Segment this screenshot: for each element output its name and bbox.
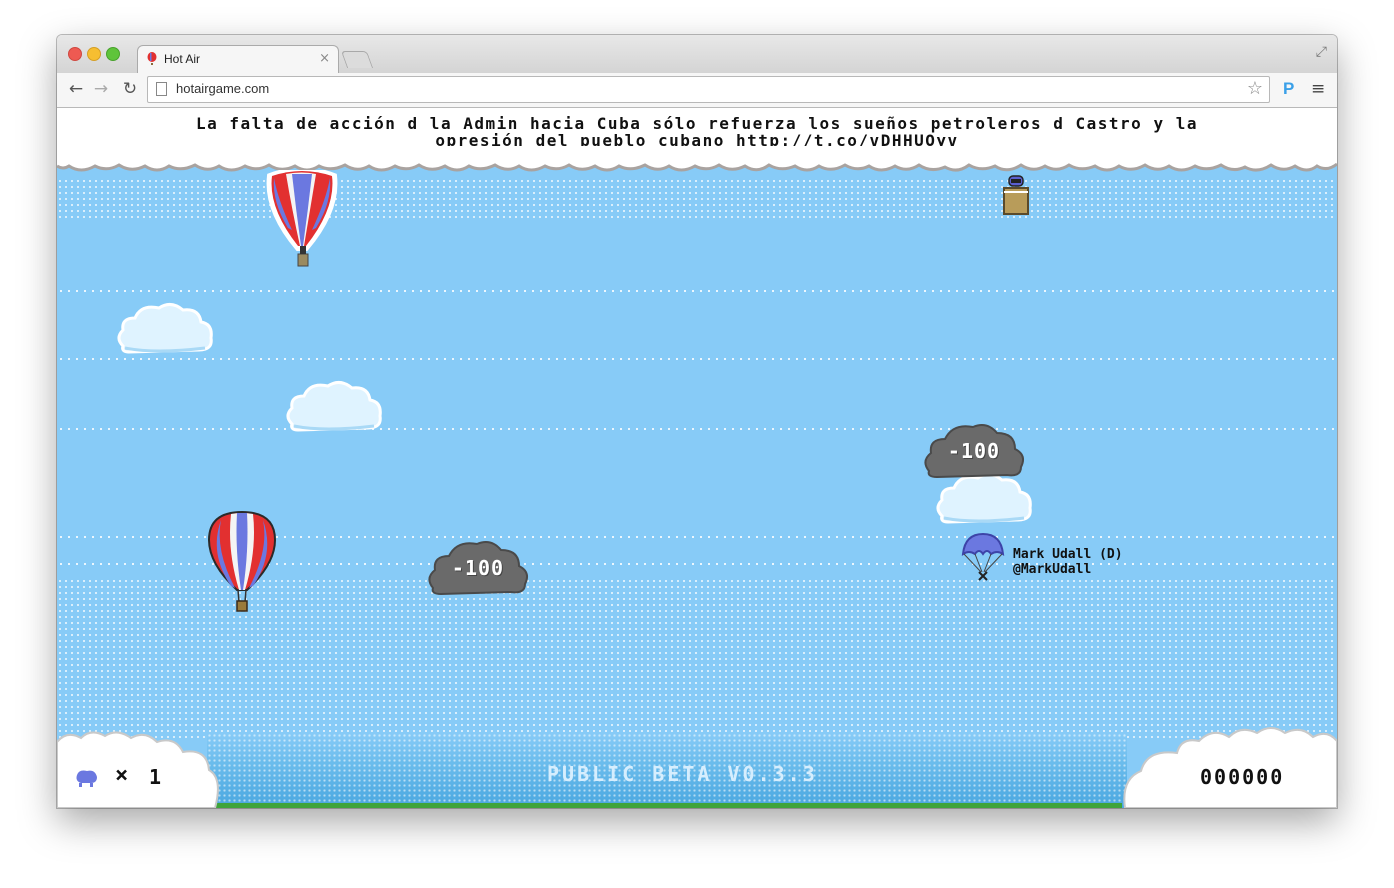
corner-cloud-left bbox=[57, 731, 219, 808]
balloon-favicon-icon bbox=[147, 52, 157, 65]
white-cloud bbox=[117, 303, 213, 354]
reload-icon[interactable]: ↻ bbox=[119, 78, 141, 100]
lives-multiplier: × bbox=[115, 763, 129, 788]
url-text[interactable]: hotairgame.com bbox=[176, 81, 269, 96]
close-window-button[interactable] bbox=[68, 47, 82, 61]
player-balloon[interactable] bbox=[205, 510, 279, 614]
parachuter bbox=[961, 532, 1005, 581]
lives-count: 1 bbox=[149, 765, 162, 789]
version-label: PUBLIC BETA V0.3.3 bbox=[547, 762, 818, 786]
sky-dotline bbox=[57, 428, 1337, 430]
title-bar: Hot Air × ⤢ bbox=[57, 35, 1337, 74]
storm-cloud: -100 bbox=[923, 421, 1025, 481]
parachuter-handle: @MarkUdall bbox=[1013, 562, 1092, 577]
new-tab-button[interactable] bbox=[340, 51, 374, 68]
white-cloud bbox=[286, 381, 382, 432]
tab-close-icon[interactable]: × bbox=[319, 51, 330, 66]
tab-hot-air[interactable]: Hot Air × bbox=[137, 45, 339, 74]
address-bar[interactable]: hotairgame.com ☆ bbox=[147, 76, 1270, 103]
fullscreen-icon[interactable]: ⤢ bbox=[1316, 44, 1327, 60]
tweet-line-1: La falta de acción d la Admin hacia Cuba… bbox=[196, 114, 1198, 133]
score-counter: 000000 bbox=[1200, 765, 1285, 789]
penalty-label: -100 bbox=[451, 556, 505, 580]
enemy-balloon bbox=[266, 170, 338, 267]
browser-window: Hot Air × ⤢ ← → ↻ hotairgame.com ☆ P ≡ L… bbox=[57, 35, 1337, 808]
grass-strip bbox=[212, 803, 1122, 808]
storm-cloud: -100 bbox=[427, 538, 529, 598]
forward-arrow-icon[interactable]: → bbox=[90, 78, 112, 100]
parachuter-label: Mark Udall (D) @MarkUdall bbox=[1013, 547, 1123, 577]
bookmark-star-icon[interactable]: ☆ bbox=[1247, 78, 1263, 99]
lives-balloon-icon bbox=[76, 770, 97, 787]
game-canvas[interactable]: La falta de acción d la Admin hacia Cuba… bbox=[57, 108, 1337, 808]
extension-button[interactable]: P bbox=[1283, 79, 1294, 99]
minimize-window-button[interactable] bbox=[87, 47, 101, 61]
menu-icon[interactable]: ≡ bbox=[1311, 79, 1325, 99]
enemy-basket bbox=[1003, 175, 1029, 215]
sky-dotline bbox=[57, 358, 1337, 360]
back-arrow-icon[interactable]: ← bbox=[65, 78, 87, 100]
tab-title: Hot Air bbox=[164, 52, 201, 66]
tweet-text: La falta de acción d la Admin hacia Cuba… bbox=[97, 115, 1297, 149]
penalty-label: -100 bbox=[947, 439, 1001, 463]
sky-texture-top bbox=[57, 178, 1337, 218]
sky-dotline bbox=[57, 290, 1337, 292]
maximize-window-button[interactable] bbox=[106, 47, 120, 61]
browser-toolbar: ← → ↻ hotairgame.com ☆ P ≡ bbox=[57, 73, 1337, 108]
parachuter-name: Mark Udall (D) bbox=[1013, 547, 1123, 562]
page-icon bbox=[156, 82, 167, 96]
